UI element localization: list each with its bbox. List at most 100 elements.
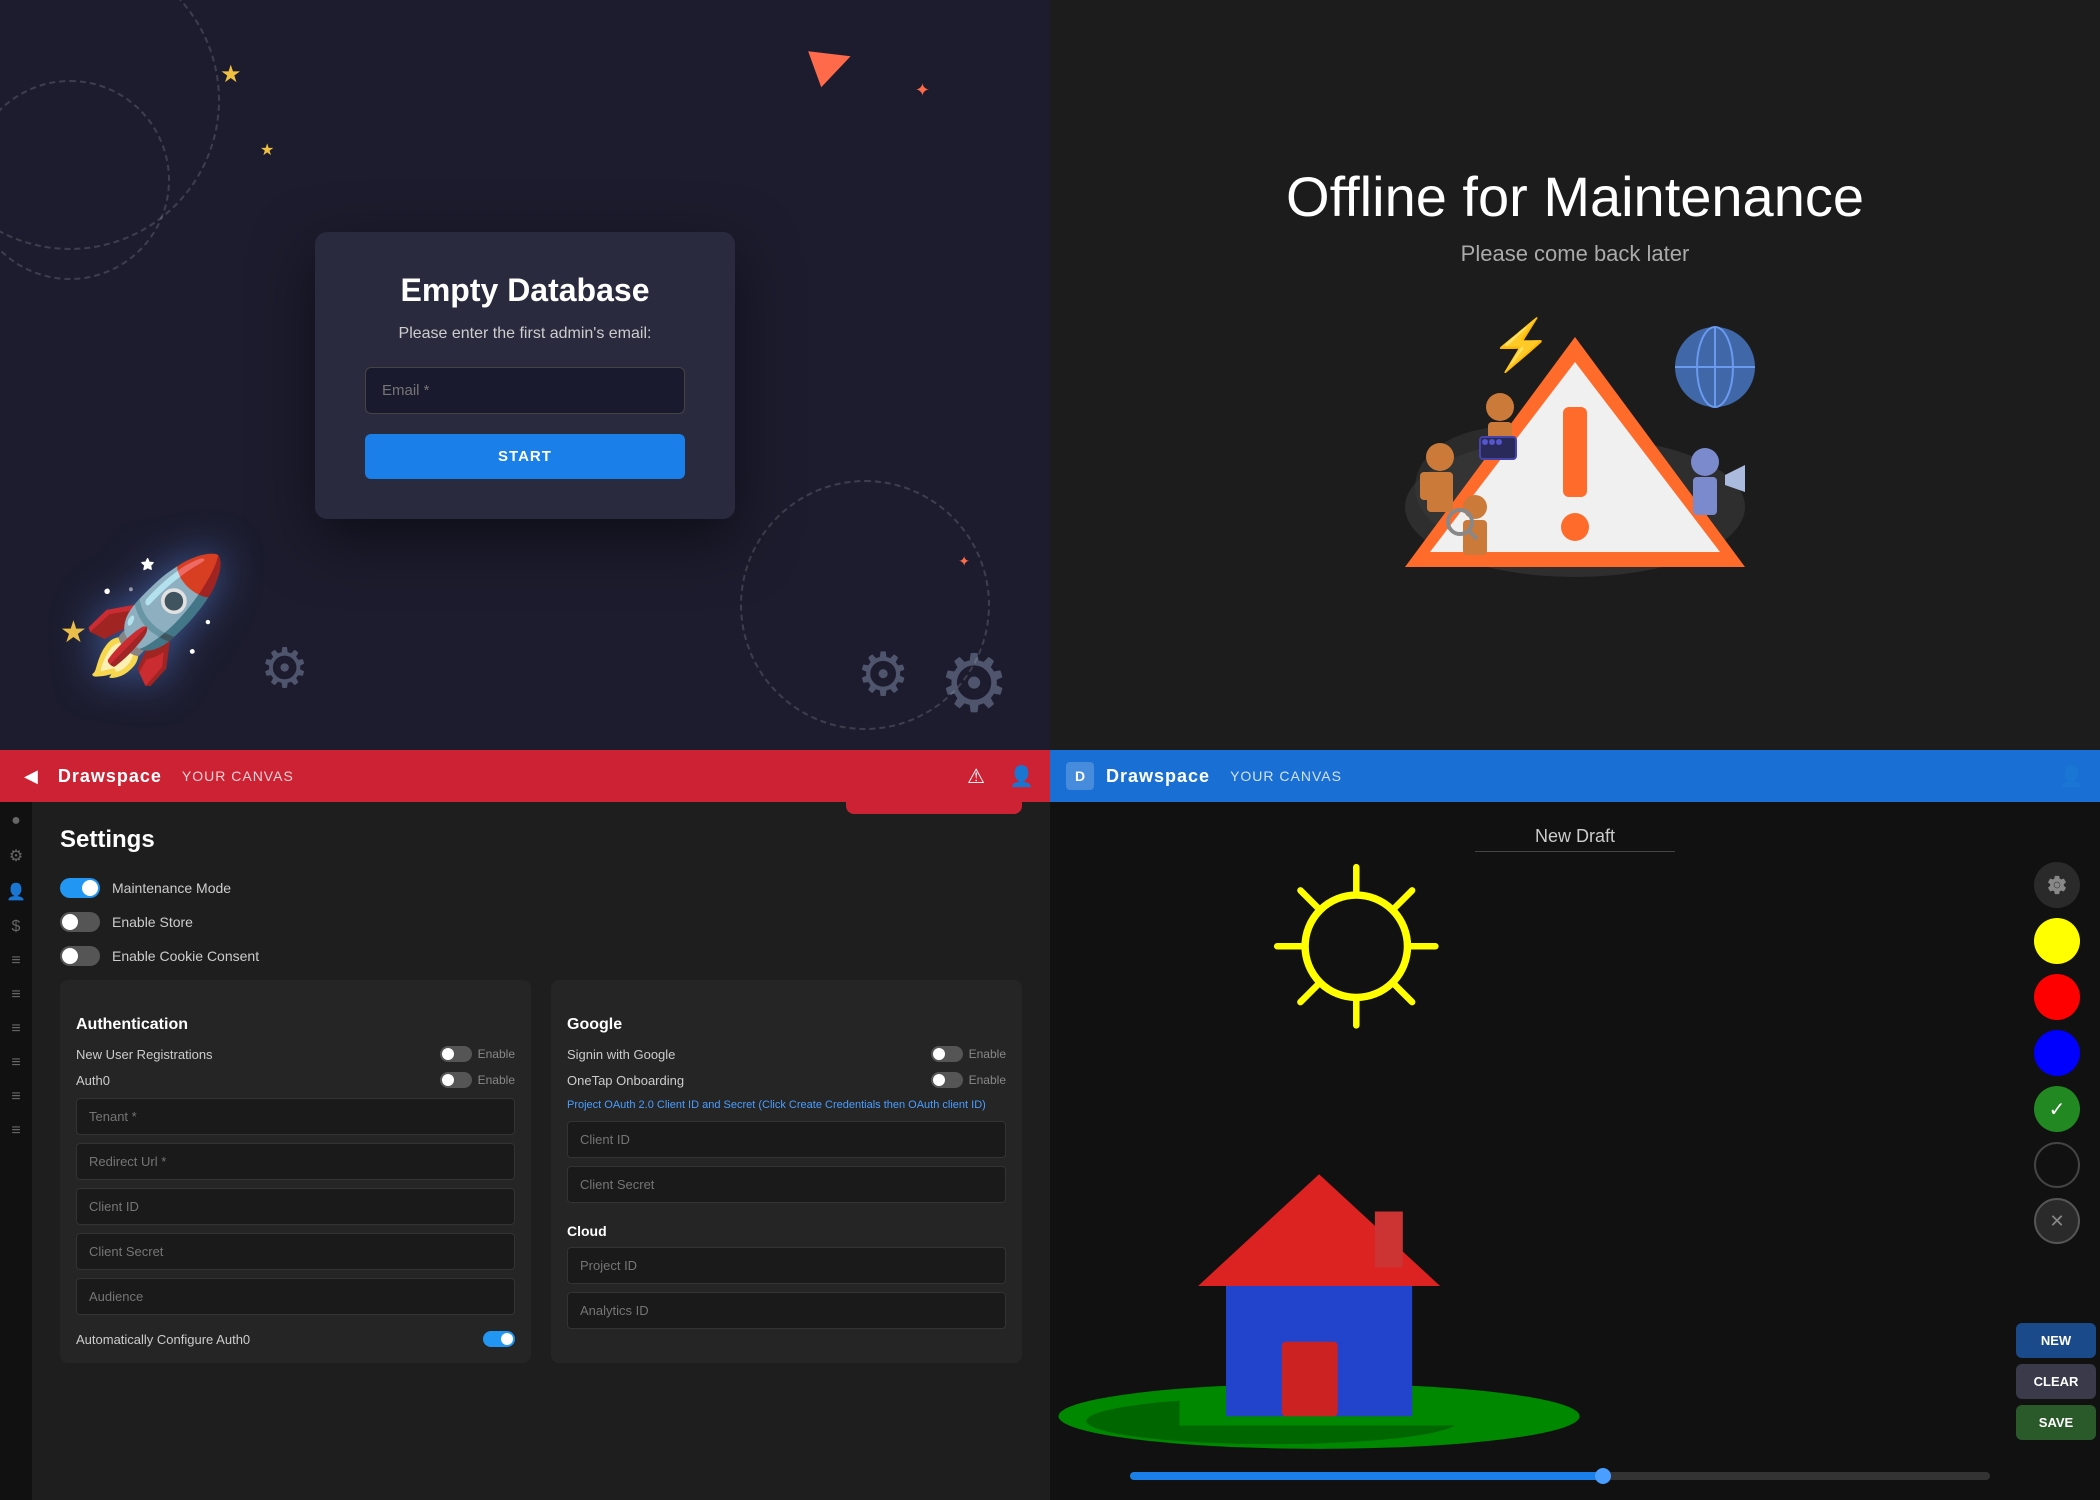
cloud-title: Cloud xyxy=(567,1223,1006,1239)
oauth-link-text[interactable]: Project OAuth 2.0 Client ID and Secret (… xyxy=(567,1098,1006,1113)
color-swatch-yellow[interactable] xyxy=(2034,918,2080,964)
settings-toggles-group: Settings Maintenance Mode Enable Store xyxy=(60,826,259,980)
nav-list-icon-6[interactable]: ≡ xyxy=(11,1122,20,1140)
gear-icon-right: ⚙ xyxy=(938,637,1010,730)
nav-settings-icon[interactable]: ⚙ xyxy=(9,846,23,866)
drawing-canvas[interactable]: ✓ ✕ NEW CLEAR SAVE xyxy=(1050,802,2100,1500)
project-id-input[interactable] xyxy=(567,1247,1006,1284)
client-id-input-auth[interactable] xyxy=(76,1188,515,1225)
client-secret-input-auth[interactable] xyxy=(76,1233,515,1270)
onetap-row: OneTap Onboarding Enable xyxy=(567,1072,1006,1088)
settings-main-content: Settings Maintenance Mode Enable Store xyxy=(32,802,1050,1500)
panel-maintenance: Offline for Maintenance Please come back… xyxy=(1050,0,2100,750)
panel-canvas: D Drawspace YOUR CANVAS 👤 xyxy=(1050,750,2100,1500)
start-button[interactable]: START xyxy=(365,434,685,479)
auto-config-label: Automatically Configure Auth0 xyxy=(76,1332,250,1347)
offline-button[interactable]: Offline xyxy=(846,802,1022,814)
settings-sidebar: ● ⚙ 👤 $ ≡ ≡ ≡ ≡ ≡ ≡ xyxy=(0,802,32,1500)
maintenance-illustration: ⚡ xyxy=(1385,307,1765,587)
maintenance-mode-toggle[interactable] xyxy=(60,878,100,898)
enable-store-knob xyxy=(62,914,78,930)
maintenance-mode-knob xyxy=(82,880,98,896)
color-swatch-black[interactable] xyxy=(2034,1142,2080,1188)
clear-button[interactable]: CLEAR xyxy=(2016,1364,2096,1399)
maintenance-title: Offline for Maintenance xyxy=(1286,164,1864,229)
new-user-reg-label: New User Registrations xyxy=(76,1047,213,1062)
color-swatch-red[interactable] xyxy=(2034,974,2080,1020)
redirect-url-input[interactable] xyxy=(76,1143,515,1180)
canvas-settings-swatch[interactable] xyxy=(2034,862,2080,908)
cookie-consent-knob xyxy=(62,948,78,964)
sidebar-toggle-button[interactable]: ◀ xyxy=(16,762,46,791)
signin-google-enable: Enable xyxy=(969,1047,1006,1061)
settings-body: ● ⚙ 👤 $ ≡ ≡ ≡ ≡ ≡ ≡ Settings xyxy=(0,802,1050,1500)
your-canvas-left: YOUR CANVAS xyxy=(182,768,294,784)
nav-list-icon-4[interactable]: ≡ xyxy=(11,1054,20,1072)
nav-list-icon-2[interactable]: ≡ xyxy=(11,986,20,1004)
modal-subtitle: Please enter the first admin's email: xyxy=(365,325,685,343)
signin-google-knob xyxy=(933,1048,945,1060)
auth0-control: Enable xyxy=(440,1072,515,1088)
signin-google-row: Signin with Google Enable xyxy=(567,1046,1006,1062)
email-input[interactable] xyxy=(365,367,685,414)
empty-database-modal: Empty Database Please enter the first ad… xyxy=(315,232,735,519)
auth0-toggle[interactable] xyxy=(440,1072,472,1088)
user-icon-left[interactable]: 👤 xyxy=(1009,764,1034,789)
nav-user-icon[interactable]: 👤 xyxy=(6,882,26,902)
star-2: ★ xyxy=(260,140,274,160)
client-id-input-google[interactable] xyxy=(567,1121,1006,1158)
client-secret-input-google[interactable] xyxy=(567,1166,1006,1203)
signin-google-label: Signin with Google xyxy=(567,1047,675,1062)
canvas-action-buttons: NEW CLEAR SAVE xyxy=(2016,1323,2100,1440)
nav-icon-1: ● xyxy=(11,812,21,830)
nav-list-icon-5[interactable]: ≡ xyxy=(11,1088,20,1106)
auth0-label: Auth0 xyxy=(76,1073,110,1088)
new-user-reg-enable: Enable xyxy=(478,1047,515,1061)
progress-bar-fill xyxy=(1130,1472,1603,1480)
new-user-reg-row: New User Registrations Enable xyxy=(76,1046,515,1062)
maintenance-mode-label: Maintenance Mode xyxy=(112,880,231,896)
nav-list-icon-1[interactable]: ≡ xyxy=(11,952,20,970)
color-swatch-blue[interactable] xyxy=(2034,1030,2080,1076)
new-user-reg-control: Enable xyxy=(440,1046,515,1062)
save-button[interactable]: SAVE xyxy=(2016,1405,2096,1440)
nav-list-icon-3[interactable]: ≡ xyxy=(11,1020,20,1038)
settings-icon xyxy=(2046,874,2068,896)
progress-thumb[interactable] xyxy=(1595,1468,1611,1484)
new-user-reg-toggle[interactable] xyxy=(440,1046,472,1062)
auth0-enable: Enable xyxy=(478,1073,515,1087)
new-button[interactable]: NEW xyxy=(2016,1323,2096,1358)
onetap-knob xyxy=(933,1074,945,1086)
settings-header-row: Settings Maintenance Mode Enable Store xyxy=(60,826,1022,980)
drawspace-logo-right: Drawspace xyxy=(1106,766,1210,787)
panel-settings: ◀ Drawspace YOUR CANVAS ⚠ 👤 ● ⚙ 👤 $ ≡ ≡ … xyxy=(0,750,1050,1500)
color-swatch-green[interactable]: ✓ xyxy=(2034,1086,2080,1132)
cookie-consent-label: Enable Cookie Consent xyxy=(112,948,259,964)
gear-icon-left: ⚙ xyxy=(856,640,910,710)
star-5: ✦ xyxy=(958,553,970,570)
settings-title: Settings xyxy=(60,826,259,854)
auth0-row: Auth0 Enable xyxy=(76,1072,515,1088)
cookie-consent-toggle[interactable] xyxy=(60,946,100,966)
maintenance-svg: ⚡ xyxy=(1385,307,1765,587)
onetap-label: OneTap Onboarding xyxy=(567,1073,684,1088)
drawspace-logo-icon: D xyxy=(1066,762,1094,790)
signin-google-toggle[interactable] xyxy=(931,1046,963,1062)
onetap-toggle[interactable] xyxy=(931,1072,963,1088)
warning-icon: ⚠ xyxy=(967,764,985,789)
enable-store-row: Enable Store xyxy=(60,912,259,932)
enable-store-toggle[interactable] xyxy=(60,912,100,932)
eraser-tool[interactable]: ✕ xyxy=(2034,1198,2080,1244)
user-icon-right[interactable]: 👤 xyxy=(2059,764,2084,789)
nav-money-icon[interactable]: $ xyxy=(12,918,21,936)
auto-config-knob xyxy=(501,1333,513,1345)
audience-input[interactable] xyxy=(76,1278,515,1315)
analytics-id-input[interactable] xyxy=(567,1292,1006,1329)
svg-text:⚡: ⚡ xyxy=(1490,316,1552,375)
onetap-control: Enable xyxy=(931,1072,1006,1088)
tenant-input[interactable] xyxy=(76,1098,515,1135)
auth0-knob xyxy=(442,1074,454,1086)
auth-section: Authentication New User Registrations En… xyxy=(60,980,531,1363)
panel-empty-database: ★ ★ ★ ✦ ✦ ▶ ⚙ ⚙ ⚙ 🚀 Empty Database Pleas… xyxy=(0,0,1050,750)
auto-config-toggle[interactable] xyxy=(483,1331,515,1347)
